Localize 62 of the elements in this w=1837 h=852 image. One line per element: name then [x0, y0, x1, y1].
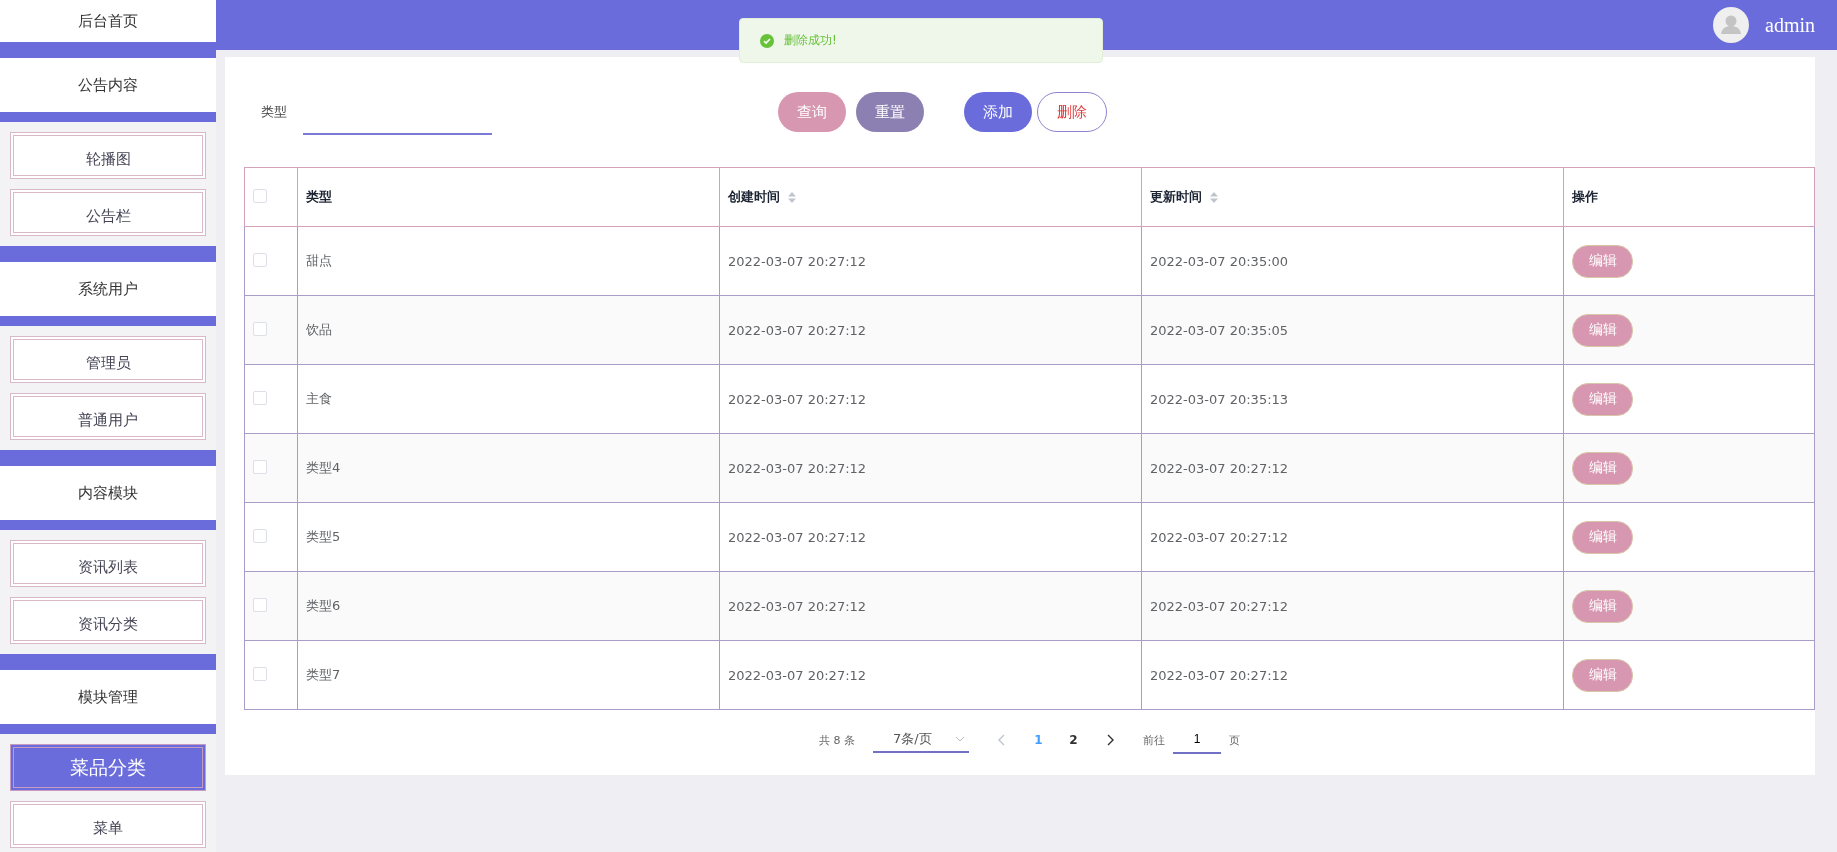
reset-button[interactable]: 重置: [856, 92, 924, 132]
table-cell: 2022-03-07 20:27:12: [1141, 502, 1564, 572]
total-count: 共 8 条: [819, 732, 855, 748]
table-cell: 2022-03-07 20:27:12: [1141, 433, 1564, 503]
select-all-checkbox[interactable]: [253, 188, 267, 203]
sidebar-item[interactable]: 菜单: [10, 801, 206, 848]
column-header: 类型: [297, 167, 720, 227]
goto-suffix: 页: [1229, 732, 1240, 748]
sidebar-item[interactable]: 资讯分类: [10, 597, 206, 644]
table-cell: 2022-03-07 20:27:12: [719, 502, 1142, 572]
toast-message: 删除成功!: [784, 32, 837, 49]
column-header[interactable]: 创建时间: [719, 167, 1142, 227]
table-cell: 2022-03-07 20:35:00: [1141, 226, 1564, 296]
table-cell: 主食: [297, 364, 720, 434]
table-cell: 类型4: [297, 433, 720, 503]
table-cell: 2022-03-07 20:35:13: [1141, 364, 1564, 434]
row-checkbox[interactable]: [253, 390, 267, 405]
delete-button[interactable]: 删除: [1037, 92, 1107, 132]
page-size-select[interactable]: 7条/页: [873, 727, 969, 753]
table-cell: 2022-03-07 20:27:12: [1141, 571, 1564, 641]
sidebar-item[interactable]: 轮播图: [10, 132, 206, 179]
sidebar-item[interactable]: 管理员: [10, 336, 206, 383]
sidebar-item[interactable]: 资讯列表: [10, 540, 206, 587]
sidebar-item[interactable]: 菜品分类: [10, 744, 206, 791]
sidebar-item[interactable]: 普通用户: [10, 393, 206, 440]
table-cell: 2022-03-07 20:27:12: [719, 571, 1142, 641]
column-header: 操作: [1563, 167, 1815, 227]
user-name[interactable]: admin: [1765, 13, 1815, 37]
add-button[interactable]: 添加: [964, 92, 1032, 132]
sidebar-item[interactable]: 公告栏: [10, 189, 206, 236]
sidebar-item[interactable]: 后台首页: [0, 0, 216, 42]
sidebar-group-title[interactable]: 模块管理: [0, 670, 216, 724]
row-checkbox[interactable]: [253, 459, 267, 474]
goto-label: 前往: [1143, 732, 1165, 748]
field-label: 类型: [261, 103, 288, 121]
row-checkbox[interactable]: [253, 528, 267, 543]
avatar-icon: [1713, 7, 1749, 43]
sidebar-group-title[interactable]: 系统用户: [0, 262, 216, 316]
row-checkbox[interactable]: [253, 252, 267, 267]
table-cell: 类型6: [297, 571, 720, 641]
sort-icon[interactable]: [1210, 192, 1218, 203]
table-cell: 2022-03-07 20:35:05: [1141, 295, 1564, 365]
column-header[interactable]: 更新时间: [1141, 167, 1564, 227]
row-checkbox[interactable]: [253, 666, 267, 681]
table-cell: 类型7: [297, 640, 720, 710]
table-cell: 2022-03-07 20:27:12: [1141, 640, 1564, 710]
check-circle-icon: [760, 33, 774, 48]
table-cell: 饮品: [297, 295, 720, 365]
table-cell: 2022-03-07 20:27:12: [719, 295, 1142, 365]
table-cell: 2022-03-07 20:27:12: [719, 640, 1142, 710]
page-number[interactable]: 2: [1056, 733, 1091, 747]
sidebar-group-title[interactable]: 内容模块: [0, 466, 216, 520]
table-cell: 类型5: [297, 502, 720, 572]
sidebar-group-title[interactable]: 公告内容: [0, 58, 216, 112]
row-checkbox[interactable]: [253, 321, 267, 336]
row-checkbox[interactable]: [253, 597, 267, 612]
table-cell: 2022-03-07 20:27:12: [719, 226, 1142, 296]
chevron-down-icon: [955, 736, 965, 742]
table-cell: 2022-03-07 20:27:12: [719, 433, 1142, 503]
sort-icon[interactable]: [788, 192, 796, 203]
table-cell: 2022-03-07 20:27:12: [719, 364, 1142, 434]
table-cell: 甜点: [297, 226, 720, 296]
